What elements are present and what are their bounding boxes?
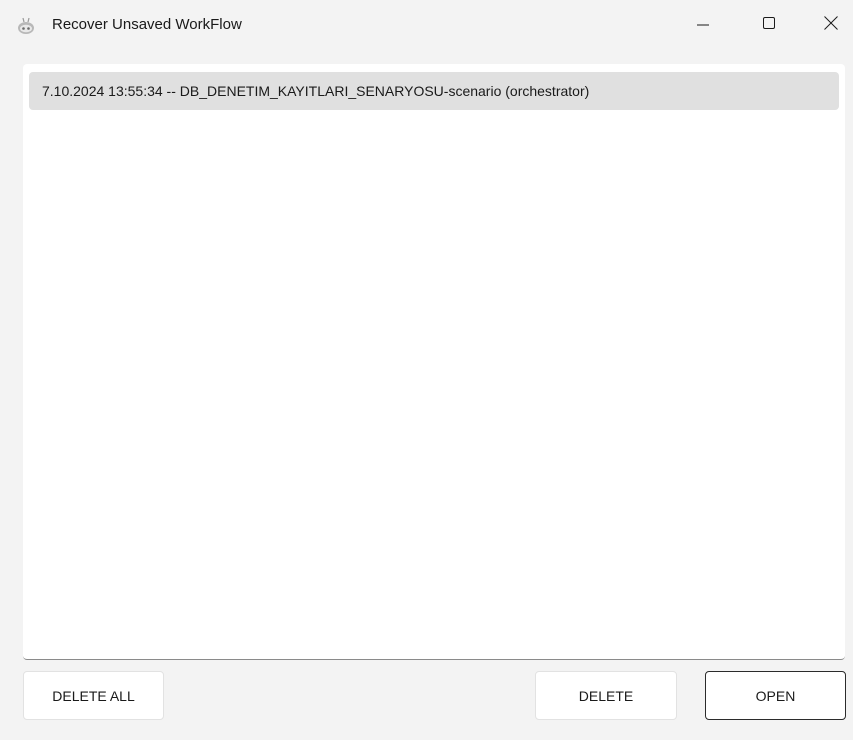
close-icon: [823, 15, 839, 36]
maximize-icon: [762, 16, 776, 35]
list-item[interactable]: 7.10.2024 13:55:34 -- DB_DENETIM_KAYITLA…: [29, 72, 839, 110]
minimize-button[interactable]: [680, 0, 726, 50]
window-title: Recover Unsaved WorkFlow: [52, 16, 242, 33]
robot-icon: [16, 16, 36, 36]
close-button[interactable]: [808, 0, 853, 50]
delete-all-button[interactable]: DELETE ALL: [23, 671, 164, 720]
delete-button[interactable]: DELETE: [535, 671, 677, 720]
minimize-icon: [696, 16, 710, 35]
recover-dialog: Recover Unsaved WorkFlow 7.10.2024 13:55…: [0, 0, 853, 740]
title-bar[interactable]: Recover Unsaved WorkFlow: [0, 0, 853, 50]
maximize-button[interactable]: [746, 0, 792, 50]
recovery-list[interactable]: 7.10.2024 13:55:34 -- DB_DENETIM_KAYITLA…: [23, 64, 845, 660]
open-button[interactable]: OPEN: [705, 671, 846, 720]
